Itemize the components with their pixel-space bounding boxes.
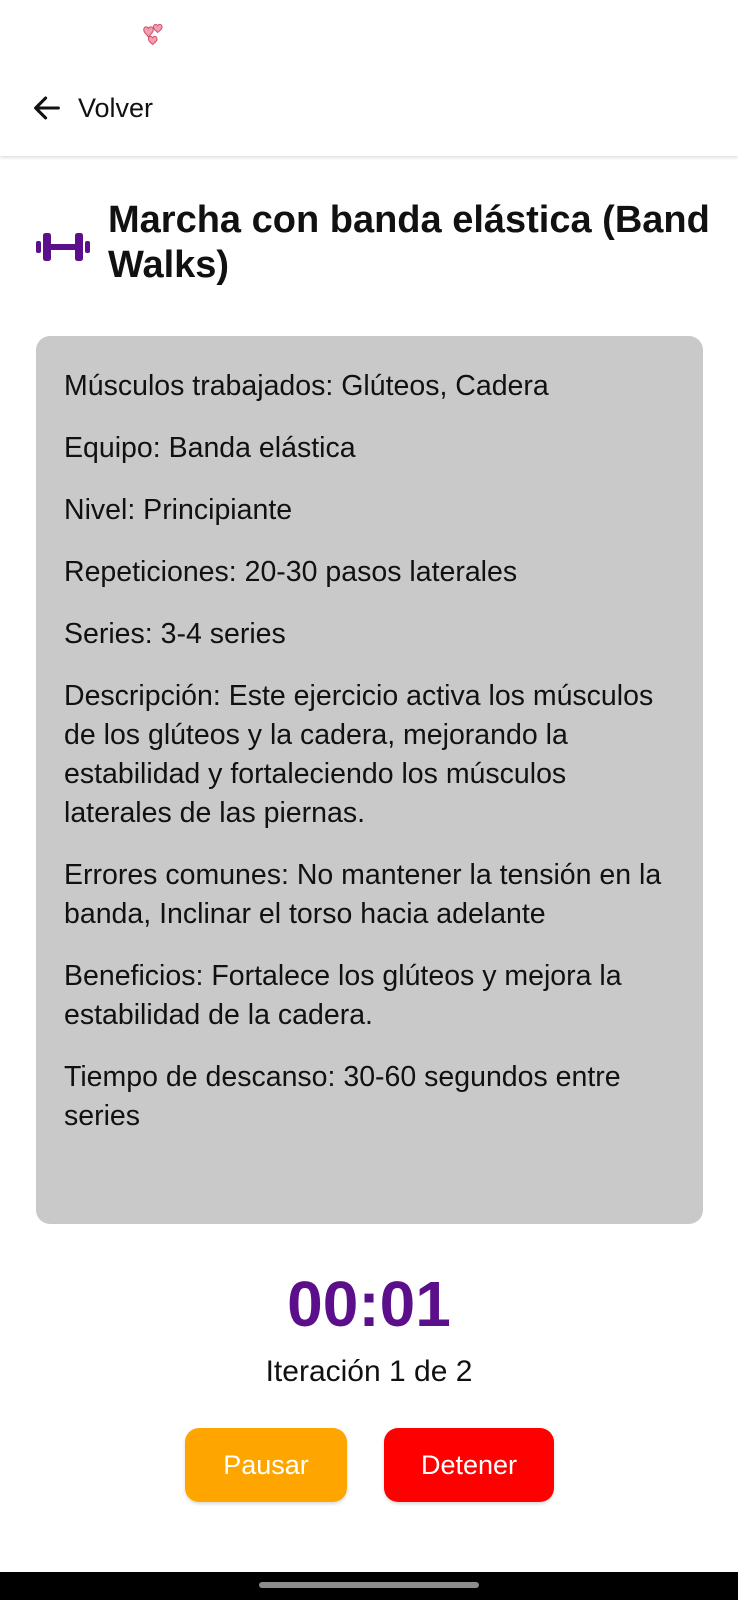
pause-button[interactable]: Pausar — [185, 1428, 347, 1502]
level-text: Nivel: Principiante — [64, 494, 293, 526]
arrow-left-icon — [34, 96, 60, 120]
equipment-text: Equipo: Banda elástica — [64, 432, 356, 464]
home-gesture-handle[interactable] — [259, 1582, 479, 1588]
stop-button[interactable]: Detener — [384, 1428, 554, 1502]
series-text: Series: 3-4 series — [64, 618, 286, 650]
exercise-title: Marcha con banda elástica (Band Walks) — [108, 199, 710, 286]
muscles-text: Músculos trabajados: Glúteos, Cadera — [64, 370, 549, 402]
status-bar — [0, 0, 738, 60]
exercise-header: Marcha con banda elástica (Band Walks) — [36, 198, 716, 288]
hearts-icon — [143, 23, 163, 46]
back-button[interactable]: Volver — [30, 82, 153, 134]
rest-time-text: Tiempo de descanso: 30-60 segundos entre… — [64, 1061, 621, 1132]
iteration-counter: Iteración 1 de 2 — [265, 1355, 473, 1388]
app-bar: Volver — [0, 60, 738, 156]
common-errors-text: Errores comunes: No mantener la tensión … — [64, 859, 662, 930]
exercise-details-card: Músculos trabajados: Glúteos, Cadera Equ… — [36, 336, 703, 1224]
dumbbell-icon — [36, 233, 90, 261]
benefits-text: Beneficios: Fortalece los glúteos y mejo… — [64, 960, 622, 1031]
description-text: Descripción: Este ejercicio activa los m… — [64, 680, 654, 829]
repetitions-text: Repeticiones: 20-30 pasos laterales — [64, 556, 518, 588]
back-label: Volver — [78, 92, 154, 123]
timer-display: 00:01 — [287, 1268, 451, 1340]
system-nav-bar — [0, 1572, 738, 1600]
